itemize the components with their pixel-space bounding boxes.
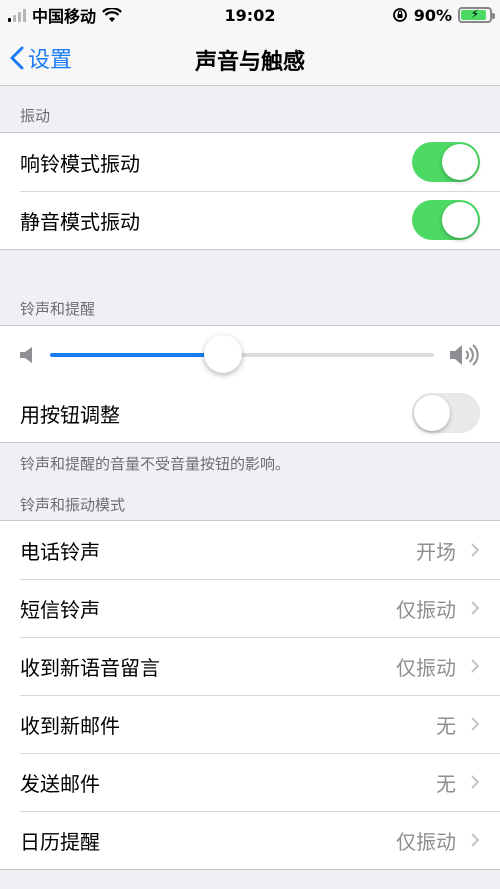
list-item-text-tone[interactable]: 短信铃声 仅振动 (0, 579, 500, 637)
silent-vibrate-label: 静音模式振动 (20, 209, 140, 234)
wifi-icon (102, 7, 122, 22)
ringer-volume-slider[interactable] (50, 335, 434, 373)
section-header-patterns: 铃声和振动模式 (20, 496, 126, 514)
volume-high-icon (450, 344, 479, 366)
list-item-calendar-alerts[interactable]: 日历提醒 仅振动 (0, 811, 500, 869)
page-title: 声音与触感 (194, 50, 305, 75)
battery-icon: ⚡ (458, 7, 495, 23)
silent-vibrate-toggle[interactable] (412, 200, 480, 240)
chevron-right-icon (471, 833, 480, 847)
battery-percent: 90% (413, 5, 452, 25)
ringer-footer-note: 铃声和提醒的音量不受音量按钮的影响。 (20, 455, 291, 473)
volume-low-icon (20, 347, 32, 363)
list-item-value: 仅振动 (396, 829, 456, 854)
chevron-right-icon (471, 543, 480, 557)
list-item-ringtone[interactable]: 电话铃声 开场 (0, 521, 500, 579)
silent-vibrate-row: 静音模式振动 (0, 191, 500, 249)
status-bar: 中国移动 19:02 90% ⚡ (0, 0, 500, 30)
status-left: 中国移动 (8, 3, 122, 27)
adjust-with-buttons-label: 用按钮调整 (20, 402, 120, 427)
list-item-label: 收到新邮件 (20, 713, 120, 738)
ring-vibrate-row: 响铃模式振动 (0, 133, 500, 191)
signal-icon (8, 8, 26, 22)
section-header-vibration: 振动 (20, 107, 51, 125)
orientation-lock-icon (392, 8, 407, 22)
list-item-new-mail[interactable]: 收到新邮件 无 (0, 695, 500, 753)
vibration-group: 响铃模式振动 静音模式振动 (0, 132, 500, 250)
list-item-value: 仅振动 (396, 655, 456, 680)
chevron-right-icon (471, 775, 480, 789)
ringer-volume-row (0, 326, 500, 384)
patterns-group: 电话铃声 开场 短信铃声 仅振动 收到新语音留言 仅振动 收到新邮件 无 发送邮… (0, 520, 500, 870)
slider-thumb[interactable] (203, 335, 242, 373)
adjust-with-buttons-toggle[interactable] (412, 393, 480, 433)
list-item-sent-mail[interactable]: 发送邮件 无 (0, 753, 500, 811)
chevron-right-icon (471, 659, 480, 673)
ring-vibrate-toggle[interactable] (412, 142, 480, 182)
chevron-right-icon (471, 717, 480, 731)
list-item-label: 收到新语音留言 (20, 655, 160, 680)
list-item-label: 日历提醒 (20, 829, 100, 854)
status-right: 90% ⚡ (392, 5, 495, 25)
list-item-value: 开场 (416, 539, 456, 564)
chevron-right-icon (471, 601, 480, 615)
carrier-name: 中国移动 (32, 7, 97, 26)
navigation-bar: 设置 声音与触感 (0, 30, 500, 86)
list-item-label: 电话铃声 (20, 539, 100, 564)
ringer-group: 用按钮调整 (0, 325, 500, 443)
list-item-value: 无 (436, 713, 456, 738)
ring-vibrate-label: 响铃模式振动 (20, 151, 140, 176)
adjust-with-buttons-row: 用按钮调整 (0, 384, 500, 442)
list-item-new-voicemail[interactable]: 收到新语音留言 仅振动 (0, 637, 500, 695)
list-item-label: 短信铃声 (20, 597, 100, 622)
list-item-value: 仅振动 (396, 597, 456, 622)
list-item-label: 发送邮件 (20, 771, 100, 796)
list-item-value: 无 (436, 771, 456, 796)
section-header-ringer: 铃声和提醒 (20, 300, 96, 318)
